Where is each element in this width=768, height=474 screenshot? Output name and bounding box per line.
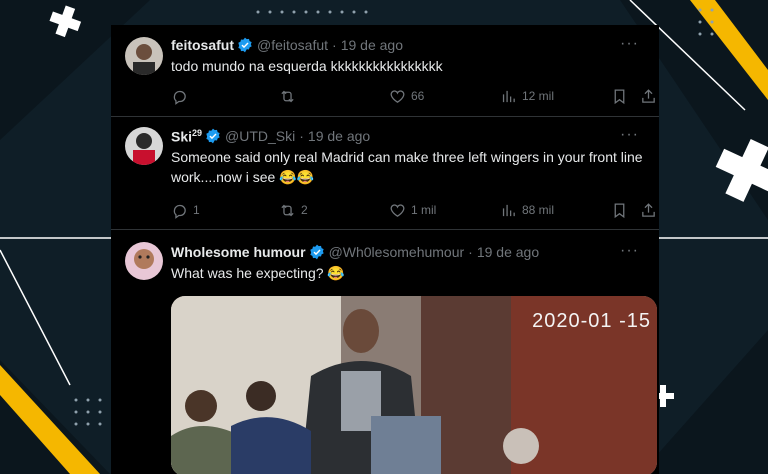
tweet-video[interactable]: 2020-01 -15 <box>171 296 657 474</box>
more-icon[interactable]: ··· <box>620 242 639 260</box>
tweet-feed: feitosafut @feitosafut · 19 de ago ··· t… <box>111 25 659 474</box>
reply-icon <box>173 90 186 105</box>
author-name[interactable]: Wholesome humour <box>171 244 306 260</box>
more-icon[interactable]: ··· <box>620 35 639 53</box>
verified-icon <box>206 128 220 144</box>
author-handle[interactable]: @Wh0lesomehumour <box>329 244 465 260</box>
retweet-count: 2 <box>301 203 308 217</box>
separator-dot: · <box>332 37 337 53</box>
tweet-feitosafut[interactable]: feitosafut @feitosafut · 19 de ago ··· t… <box>111 25 659 117</box>
retweet-button[interactable] <box>279 86 301 106</box>
reply-button[interactable] <box>171 86 193 106</box>
author-name[interactable]: feitosafut <box>171 37 234 53</box>
tweet-time[interactable]: 19 de ago <box>477 244 539 260</box>
tweet-header: feitosafut @feitosafut · 19 de ago ··· <box>171 35 645 55</box>
retweet-button[interactable]: 2 <box>279 200 308 220</box>
more-icon[interactable]: ··· <box>620 126 639 144</box>
author-name-superscript: 29 <box>192 127 203 138</box>
tweet-actions: 66 12 mil <box>171 86 655 106</box>
views-icon <box>502 90 515 102</box>
share-icon <box>642 88 655 103</box>
verified-icon <box>238 37 252 53</box>
separator-dot: · <box>468 244 473 260</box>
retweet-icon <box>281 90 294 102</box>
tweet-header: Ski29 @UTD_Ski · 19 de ago ··· <box>171 126 645 146</box>
tweet-time[interactable]: 19 de ago <box>308 128 370 144</box>
share-button[interactable] <box>640 86 659 106</box>
tweet-time[interactable]: 19 de ago <box>341 37 403 53</box>
views-count: 12 mil <box>522 89 555 103</box>
reply-button[interactable]: 1 <box>171 200 200 220</box>
views-button[interactable]: 12 mil <box>500 86 554 106</box>
tweet-text: Someone said only real Madrid can make t… <box>171 149 643 185</box>
retweet-icon <box>281 204 294 216</box>
like-button[interactable]: 1 mil <box>389 200 436 220</box>
tweet-ski[interactable]: Ski29 @UTD_Ski · 19 de ago ··· Someone s… <box>111 117 659 230</box>
views-count: 88 mil <box>522 203 555 217</box>
author-name-text: Ski <box>171 128 193 145</box>
avatar[interactable] <box>125 37 163 75</box>
views-icon <box>502 204 515 216</box>
tweet-wholesome-humour[interactable]: Wholesome humour @Wh0lesomehumour · 19 d… <box>111 230 659 474</box>
bookmark-button[interactable] <box>611 200 633 220</box>
like-icon <box>390 89 405 103</box>
author-handle[interactable]: @UTD_Ski <box>225 128 295 144</box>
video-timestamp: 2020-01 -15 <box>532 310 651 332</box>
bookmark-button[interactable] <box>611 86 633 106</box>
verified-icon <box>309 244 324 260</box>
avatar[interactable] <box>125 242 163 280</box>
author-name[interactable]: Ski29 <box>171 128 202 145</box>
share-button[interactable] <box>640 200 659 220</box>
tweet-text: todo mundo na esquerda kkkkkkkkkkkkkkkk <box>171 58 443 74</box>
separator-dot: · <box>299 128 304 144</box>
share-icon <box>642 202 655 217</box>
author-handle[interactable]: @feitosafut <box>257 37 328 53</box>
tweet-actions: 1 2 1 mil 88 mil <box>171 200 655 220</box>
bookmark-icon <box>614 202 625 218</box>
avatar[interactable] <box>125 127 163 165</box>
views-button[interactable]: 88 mil <box>500 200 554 220</box>
like-icon <box>390 203 405 217</box>
tweet-header: Wholesome humour @Wh0lesomehumour · 19 d… <box>171 242 645 262</box>
like-count: 66 <box>411 89 425 103</box>
bookmark-icon <box>614 88 625 104</box>
like-button[interactable]: 66 <box>389 86 424 106</box>
reply-count: 1 <box>193 203 200 217</box>
reply-icon <box>173 204 186 219</box>
like-count: 1 mil <box>411 203 437 217</box>
tweet-text: What was he expecting? 😂 <box>171 265 345 281</box>
